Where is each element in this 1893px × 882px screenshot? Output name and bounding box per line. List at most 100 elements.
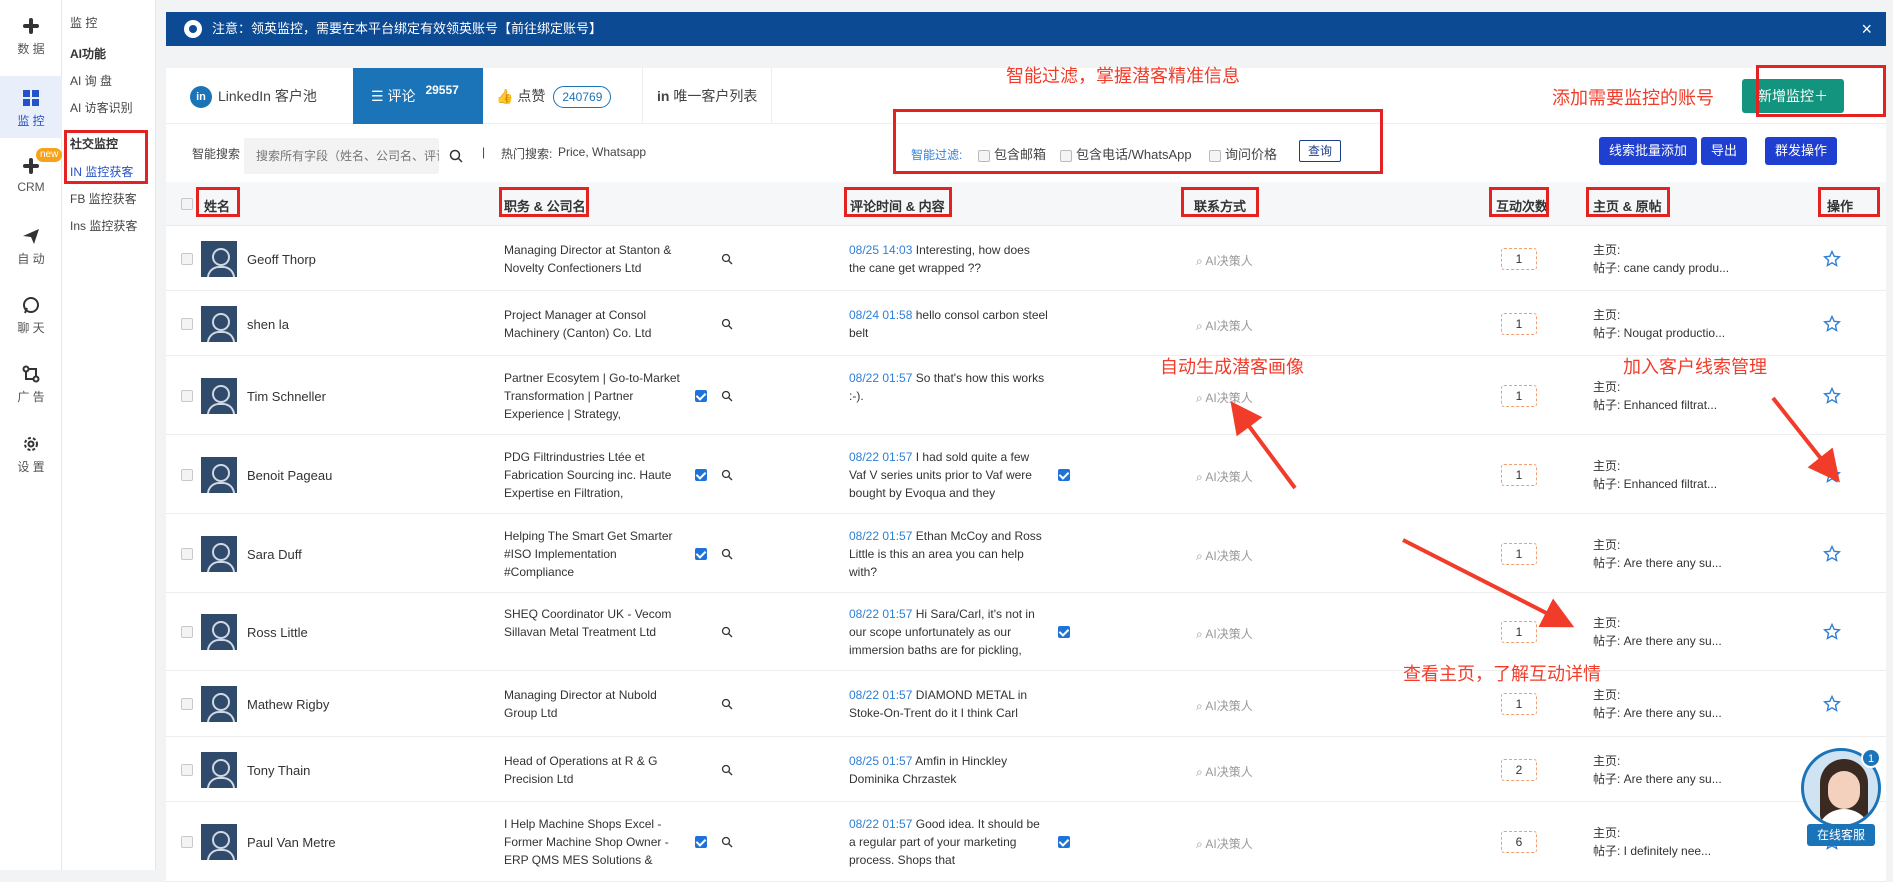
interaction-count[interactable]: 2 <box>1501 759 1537 781</box>
avatar[interactable] <box>201 306 237 342</box>
support-label[interactable]: 在线客服 <box>1807 824 1875 846</box>
search-icon[interactable] <box>721 764 733 776</box>
interaction-count[interactable]: 1 <box>1501 693 1537 715</box>
rail-item-chat[interactable]: 聊 天 <box>0 295 62 336</box>
contact-name[interactable]: Tim Schneller <box>247 389 326 404</box>
search-icon[interactable] <box>721 548 733 560</box>
tab-unique-customers[interactable]: in 唯一客户列表 <box>642 68 773 124</box>
home-post[interactable]: 主页: 帖子: Are there any su... <box>1593 686 1722 722</box>
rail-item-crm[interactable]: new CRM <box>0 148 63 194</box>
row-checkbox[interactable] <box>181 318 193 330</box>
submenu-ai-visitor[interactable]: AI 访客识别 <box>70 99 133 116</box>
filter-email[interactable]: 包含邮箱 <box>978 144 1046 163</box>
home-post[interactable]: 主页: 帖子: Are there any su... <box>1593 536 1722 572</box>
row-checkbox[interactable] <box>181 469 193 481</box>
tab-likes[interactable]: 👍 点赞 240769 <box>496 68 612 124</box>
ai-decision-maker[interactable]: ⌕ AI决策人 <box>1196 389 1253 406</box>
interaction-count[interactable]: 1 <box>1501 543 1537 565</box>
home-post[interactable]: 主页: 帖子: I definitely nee... <box>1593 824 1711 860</box>
submenu-ins-monitor[interactable]: Ins 监控获客 <box>70 217 137 234</box>
search-icon[interactable] <box>721 390 733 402</box>
row-checkbox[interactable] <box>181 253 193 265</box>
interaction-count[interactable]: 6 <box>1501 831 1537 853</box>
contact-name[interactable]: Benoit Pageau <box>247 468 332 483</box>
post-text[interactable]: 帖子: Are there any su... <box>1593 554 1722 572</box>
star-icon[interactable] <box>1823 466 1841 484</box>
post-text[interactable]: 帖子: Are there any su... <box>1593 704 1722 722</box>
select-all-checkbox[interactable] <box>181 198 193 210</box>
export-button[interactable]: 导出 <box>1701 137 1748 165</box>
interaction-count[interactable]: 1 <box>1501 385 1537 407</box>
home-post[interactable]: 主页: 帖子: Are there any su... <box>1593 752 1722 788</box>
contact-name[interactable]: Geoff Thorp <box>247 252 316 267</box>
search-input[interactable] <box>244 138 439 174</box>
star-icon[interactable] <box>1823 387 1841 405</box>
post-text[interactable]: 帖子: cane candy produ... <box>1593 259 1729 277</box>
tab-comments[interactable]: ☰ 评论 29557 <box>353 68 483 124</box>
home-post[interactable]: 主页: 帖子: cane candy produ... <box>1593 241 1729 277</box>
star-icon[interactable] <box>1823 315 1841 333</box>
checkbox[interactable] <box>978 149 990 162</box>
interaction-count[interactable]: 1 <box>1501 248 1537 270</box>
ai-decision-maker[interactable]: ⌕ AI决策人 <box>1196 317 1253 334</box>
avatar[interactable] <box>201 457 237 493</box>
ai-decision-maker[interactable]: ⌕ AI决策人 <box>1196 252 1253 269</box>
avatar[interactable] <box>201 824 237 860</box>
submenu-ai-inquiry[interactable]: AI 询 盘 <box>70 72 112 89</box>
row-checkbox[interactable] <box>181 764 193 776</box>
search-icon[interactable] <box>721 469 733 481</box>
row-checkbox[interactable] <box>181 626 193 638</box>
online-support-widget[interactable]: 1 在线客服 <box>1801 748 1881 848</box>
notice-text[interactable]: 注意：领英监控，需要在本平台绑定有效领英账号【前往绑定账号】 <box>212 21 602 36</box>
search-icon[interactable] <box>449 149 463 163</box>
search-icon[interactable] <box>721 836 733 848</box>
new-monitor-button[interactable]: 新增监控＋ <box>1742 79 1844 113</box>
search-icon[interactable] <box>721 318 733 330</box>
hot-search-terms[interactable]: Price, Whatsapp <box>558 145 646 159</box>
home-post[interactable]: 主页: 帖子: Are there any su... <box>1593 614 1722 650</box>
contact-name[interactable]: shen la <box>247 317 289 332</box>
ai-decision-maker[interactable]: ⌕ AI决策人 <box>1196 625 1253 642</box>
search-icon[interactable] <box>721 698 733 710</box>
avatar[interactable] <box>201 614 237 650</box>
home-post[interactable]: 主页: 帖子: Enhanced filtrat... <box>1593 457 1717 493</box>
ai-decision-maker[interactable]: ⌕ AI决策人 <box>1196 547 1253 564</box>
filter-phone[interactable]: 包含电话/WhatsApp <box>1060 144 1192 163</box>
row-checkbox[interactable] <box>181 836 193 848</box>
ai-decision-maker[interactable]: ⌕ AI决策人 <box>1196 835 1253 852</box>
rail-item-monitor[interactable]: 监 控 <box>0 76 62 138</box>
home-post[interactable]: 主页: 帖子: Enhanced filtrat... <box>1593 378 1717 414</box>
search-icon[interactable] <box>721 626 733 638</box>
contact-name[interactable]: Ross Little <box>247 625 308 640</box>
row-checkbox[interactable] <box>181 390 193 402</box>
home-post[interactable]: 主页: 帖子: Nougat productio... <box>1593 306 1725 342</box>
avatar[interactable] <box>201 752 237 788</box>
group-send-button[interactable]: 群发操作 <box>1765 137 1838 165</box>
checkbox[interactable] <box>1209 149 1221 162</box>
row-checkbox[interactable] <box>181 698 193 710</box>
submenu-fb-monitor[interactable]: FB 监控获客 <box>70 190 137 207</box>
post-text[interactable]: 帖子: I definitely nee... <box>1593 842 1711 860</box>
query-button[interactable]: 查询 <box>1299 140 1342 162</box>
avatar[interactable] <box>201 536 237 572</box>
contact-name[interactable]: Sara Duff <box>247 547 302 562</box>
batch-add-button[interactable]: 线索批量添加 <box>1599 137 1698 165</box>
ai-decision-maker[interactable]: ⌕ AI决策人 <box>1196 697 1253 714</box>
star-icon[interactable] <box>1823 250 1841 268</box>
contact-name[interactable]: Mathew Rigby <box>247 697 329 712</box>
post-text[interactable]: 帖子: Nougat productio... <box>1593 324 1725 342</box>
search-icon[interactable] <box>721 253 733 265</box>
tab-linkedin-pool[interactable]: in LinkedIn 客户池 <box>190 68 317 124</box>
avatar[interactable] <box>201 378 237 414</box>
avatar[interactable] <box>201 686 237 722</box>
star-icon[interactable] <box>1823 623 1841 641</box>
contact-name[interactable]: Tony Thain <box>247 763 310 778</box>
submenu-in-monitor[interactable]: IN 监控获客 <box>70 163 133 180</box>
row-checkbox[interactable] <box>181 548 193 560</box>
ai-decision-maker[interactable]: ⌕ AI决策人 <box>1196 763 1253 780</box>
interaction-count[interactable]: 1 <box>1501 621 1537 643</box>
avatar[interactable] <box>201 241 237 277</box>
checkbox[interactable] <box>1060 149 1072 162</box>
interaction-count[interactable]: 1 <box>1501 313 1537 335</box>
rail-item-auto[interactable]: 自 动 <box>0 226 62 267</box>
